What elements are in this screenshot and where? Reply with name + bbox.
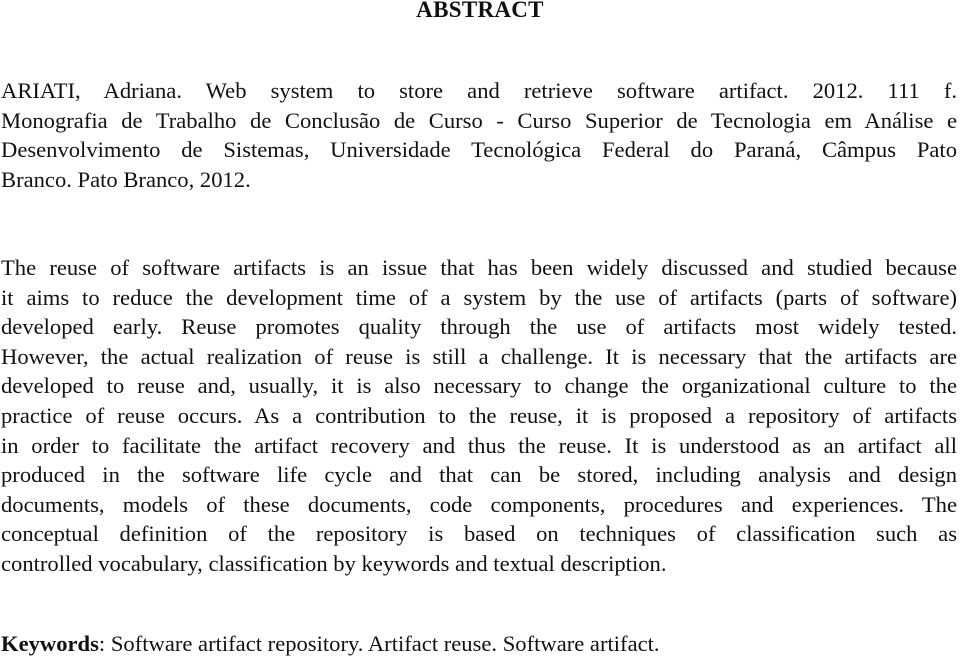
abstract-line: developed to reuse and, usually, it is a…	[1, 373, 957, 399]
reference-line: ARIATI, Adriana. Web system to store and…	[1, 78, 957, 103]
keywords-separator: :	[98, 631, 111, 656]
reference-line: Branco. Pato Branco, 2012.	[1, 166, 251, 192]
abstract-line: controlled vocabulary, classification by…	[1, 550, 667, 576]
abstract-line: The reuse of software artifacts is an is…	[1, 255, 957, 280]
abstract-line: documents, models of these documents, co…	[1, 491, 957, 517]
abstract-line: produced in the software life cycle and …	[1, 462, 957, 488]
keywords-value: Software artifact repository. Artifact r…	[110, 631, 660, 656]
reference-line: Desenvolvimento de Sistemas, Universidad…	[1, 137, 957, 163]
abstract-line: However, the actual realization of reuse…	[1, 343, 957, 369]
abstract-line: in order to facilitate the artifact reco…	[1, 432, 957, 458]
abstract-line: conceptual definition of the repository …	[1, 521, 957, 547]
keywords-label: Keywords	[1, 631, 99, 656]
abstract-line: it aims to reduce the development time o…	[1, 284, 957, 310]
bibliographic-reference: ARIATI, Adriana. Web system to store and…	[1, 76, 957, 194]
abstract-line: practice of reuse occurs. As a contribut…	[1, 402, 957, 428]
abstract-paragraph: The reuse of software artifacts is an is…	[1, 253, 957, 579]
page-title: ABSTRACT	[416, 0, 544, 22]
abstract-line: developed early. Reuse promotes quality …	[1, 314, 957, 340]
keywords: Keywords: Software artifact repository. …	[1, 629, 957, 659]
reference-line: Monografia de Trabalho de Conclusão de C…	[1, 107, 957, 133]
